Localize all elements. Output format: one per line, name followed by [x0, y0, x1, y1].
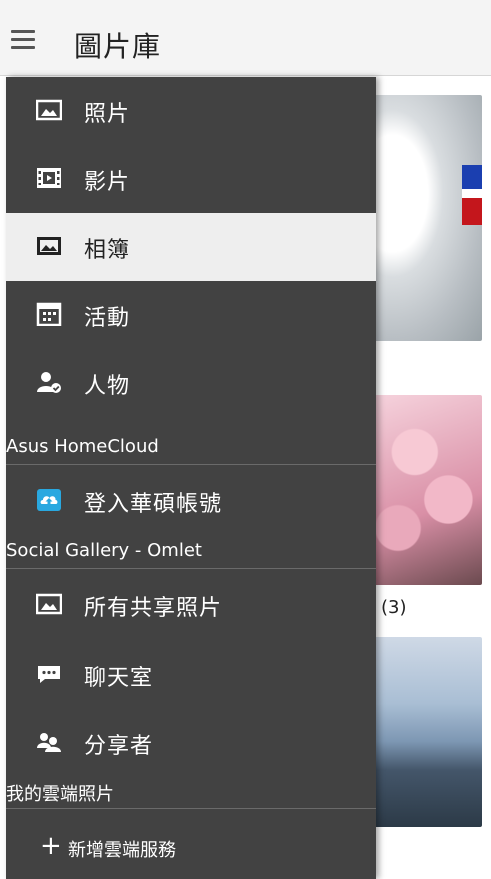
nav-item-albums[interactable]: 相簿	[6, 213, 376, 281]
add-cloud-service-label: 新增雲端服務	[68, 840, 176, 861]
nav-item-chat-room[interactable]: 聊天室	[6, 641, 376, 709]
nav-item-label: 照片	[84, 102, 131, 127]
film-icon	[37, 168, 61, 188]
nav-item-sharers[interactable]: 分享者	[6, 709, 376, 777]
nav-item-label: 相簿	[84, 238, 131, 263]
nav-item-asus-login[interactable]: 登入華碩帳號	[6, 467, 376, 535]
album-icon	[37, 237, 61, 255]
nav-item-label: 分享者	[84, 734, 154, 759]
app-bar: 圖片庫	[0, 0, 491, 76]
photo-icon	[36, 99, 62, 121]
nav-item-events[interactable]: 活動	[6, 281, 376, 349]
section-header-asus-homecloud: Asus HomeCloud	[6, 433, 376, 465]
album-thumbnail[interactable]	[370, 637, 482, 827]
nav-item-label: 登入華碩帳號	[84, 492, 223, 517]
flag-decoration	[462, 165, 482, 225]
chat-icon	[38, 666, 60, 683]
person-check-icon	[37, 372, 61, 393]
nav-item-all-shared-photos[interactable]: 所有共享照片	[6, 571, 376, 639]
album-count: (3)	[381, 597, 407, 618]
nav-item-people[interactable]: 人物	[6, 349, 376, 417]
section-header-social-gallery: Social Gallery - Omlet	[6, 537, 376, 569]
plus-icon: +	[40, 831, 62, 861]
nav-item-label: 影片	[84, 170, 131, 195]
album-thumbnail[interactable]	[370, 395, 482, 585]
calendar-icon	[36, 302, 62, 326]
cloud-login-icon	[37, 489, 61, 511]
nav-item-label: 活動	[84, 306, 131, 331]
photo-icon	[36, 593, 62, 615]
page-title: 圖片庫	[74, 30, 162, 63]
nav-item-label: 人物	[84, 374, 131, 399]
add-cloud-service-button[interactable]: + 新增雲端服務	[6, 821, 376, 877]
nav-item-label: 所有共享照片	[84, 596, 223, 621]
navigation-drawer: 照片 影片 相簿 活動 人物 Asus HomeCloud 登入華碩帳號 Soc…	[6, 77, 376, 879]
people-icon	[37, 733, 61, 752]
hamburger-menu-icon[interactable]	[11, 30, 35, 50]
nav-item-photos[interactable]: 照片	[6, 77, 376, 145]
section-header-my-cloud-photos: 我的雲端照片	[6, 777, 376, 809]
nav-item-label: 聊天室	[84, 666, 154, 691]
nav-item-videos[interactable]: 影片	[6, 145, 376, 213]
